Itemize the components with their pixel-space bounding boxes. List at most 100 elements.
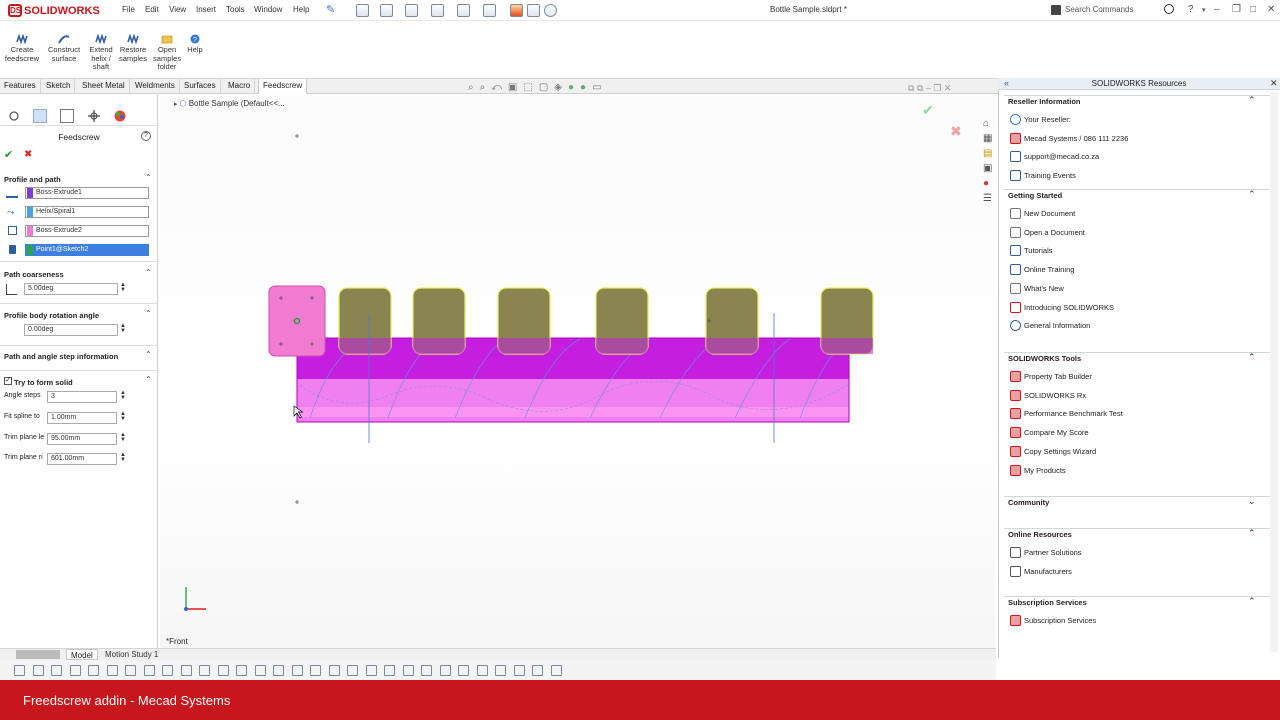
resource-link[interactable]: support@mecad.co.za (1024, 152, 1099, 161)
maximize-button[interactable]: □ (1250, 4, 1256, 15)
zoom-area-icon[interactable]: ⌕ (480, 82, 486, 93)
open-icon[interactable] (380, 4, 393, 17)
resource-link[interactable]: Property Tab Builder (1024, 372, 1092, 381)
selection-filter-icon[interactable] (236, 665, 247, 676)
minimize-button[interactable]: – (1214, 4, 1220, 15)
property-manager-tab-icon[interactable] (33, 109, 47, 123)
design-library-icon[interactable]: ▦ (983, 133, 996, 144)
section-path-angle-step[interactable]: Path and angle step information (4, 352, 118, 361)
resource-link[interactable]: Copy Settings Wizard (1024, 447, 1096, 456)
search-icon[interactable] (1164, 4, 1174, 14)
pin-icon[interactable]: ✎ (326, 3, 335, 16)
selection-filter-icon[interactable] (180, 665, 192, 676)
spinner-arrows-icon[interactable]: ▲ ▼ (120, 282, 126, 293)
tab-sketch[interactable]: Sketch (42, 79, 76, 94)
resource-link[interactable]: Subscription Services (1024, 616, 1096, 625)
selection-filter-icon[interactable] (199, 665, 210, 676)
close-button[interactable]: ✕ (1267, 4, 1275, 15)
resource-link[interactable]: Manufacturers (1024, 567, 1072, 576)
hide-show-icon[interactable]: ◈ (554, 82, 562, 93)
dimxpert-tab-icon[interactable] (87, 109, 101, 123)
search-commands[interactable]: Search Commands (1048, 3, 1178, 18)
pm-help-icon[interactable]: ? (141, 131, 151, 141)
edit-appearance-icon[interactable]: ● (568, 82, 574, 93)
selection-filter-icon[interactable] (513, 665, 525, 676)
feature-tree-tab-icon[interactable] (7, 109, 21, 123)
menu-window[interactable]: Window (254, 5, 282, 14)
resource-link[interactable]: Compare My Score (1024, 428, 1089, 437)
tab-sheet-metal[interactable]: Sheet Metal (78, 79, 130, 94)
selection-filter-icon[interactable] (162, 665, 173, 676)
tab-motion-study[interactable]: Motion Study 1 (101, 649, 162, 660)
construct-surface-button[interactable]: Construct surface (45, 34, 83, 63)
rotation-angle-input[interactable]: 0.00deg (24, 324, 118, 336)
fit-spline-input[interactable]: 1.00mm (47, 412, 117, 424)
selection-profile[interactable]: Boss-Extrude1 (25, 187, 149, 199)
search-input[interactable]: Search Commands (1065, 5, 1133, 14)
selection-filter-icon[interactable] (384, 665, 395, 676)
file-properties-icon[interactable] (527, 4, 540, 17)
zoom-fit-icon[interactable]: ⌕ (468, 82, 474, 93)
selection-filter-icon[interactable] (125, 665, 136, 676)
resource-group-header[interactable]: Reseller Information (1008, 97, 1081, 106)
help-question-icon[interactable]: ? (1188, 4, 1194, 15)
display-manager-tab-icon[interactable] (113, 109, 127, 123)
selection-filter-icon[interactable] (402, 665, 414, 676)
menu-view[interactable]: View (169, 5, 186, 14)
selection-filter-icon[interactable] (106, 665, 118, 676)
restore-button[interactable]: ❐ (1232, 4, 1241, 15)
rebuild-icon[interactable] (510, 4, 523, 17)
selection-filter-icon[interactable] (273, 665, 284, 676)
menu-help[interactable]: Help (293, 5, 309, 14)
collapse-chevron-icon[interactable]: ⌃ (145, 375, 152, 384)
selection-filter-icon[interactable] (310, 665, 321, 676)
spinner-arrows-icon[interactable]: ▲ ▼ (120, 323, 126, 334)
section-path-coarseness[interactable]: Path coarseness (4, 270, 64, 279)
restore-samples-button[interactable]: Restore samples (114, 34, 152, 63)
confirm-check-icon[interactable]: ✔ (922, 103, 934, 119)
confirm-cancel-icon[interactable]: ✖ (950, 124, 962, 140)
resource-link[interactable]: Online Training (1024, 265, 1074, 274)
resource-link[interactable]: SOLIDWORKS Rx (1024, 391, 1086, 400)
selection-filter-icon[interactable] (51, 665, 62, 676)
collapse-chevron-icon[interactable]: ⌃ (1248, 189, 1256, 200)
selection-filter-icon[interactable] (88, 665, 99, 676)
try-form-solid-checkbox[interactable]: ✓ (4, 377, 12, 385)
display-style-icon[interactable]: ▢ (539, 82, 548, 93)
file-explorer-icon[interactable]: ▤ (983, 148, 996, 159)
resource-link[interactable]: Performance Benchmark Test (1024, 409, 1123, 418)
view-orientation-icon[interactable]: ⬚ (523, 82, 532, 93)
tab-scroll-arrows[interactable] (16, 650, 60, 659)
resource-link[interactable]: Introducing SOLIDWORKS (1024, 303, 1114, 312)
selection-filter-icon[interactable] (254, 665, 266, 676)
selection-filter-icon[interactable] (421, 665, 432, 676)
collapse-chevron-icon[interactable]: ⌃ (145, 268, 152, 277)
angle-steps-input[interactable]: 3 (47, 391, 117, 403)
collapse-chevron-icon[interactable]: ⌃ (145, 350, 152, 359)
selection-filter-icon[interactable] (458, 665, 469, 676)
expand-chevron-icon[interactable]: ⌄ (1248, 496, 1256, 507)
model-viewport[interactable]: ✔ ✖ (160, 95, 996, 650)
configuration-tab-icon[interactable] (60, 109, 74, 123)
spinner-arrows-icon[interactable]: ▲ ▼ (120, 432, 126, 443)
view-palette-icon[interactable]: ▣ (983, 163, 996, 174)
breadcrumb[interactable]: ▸ ⬡ Bottle Sample (Default<<... (174, 99, 285, 108)
resource-link[interactable]: General Information (1024, 321, 1090, 330)
tab-feedscrew[interactable]: Feedscrew (258, 79, 308, 94)
appearances-icon[interactable]: ● (983, 178, 996, 189)
menu-edit[interactable]: Edit (145, 5, 159, 14)
collapse-chevron-icon[interactable]: ⌃ (1248, 95, 1256, 106)
resource-link[interactable]: Tutorials (1024, 246, 1052, 255)
resource-group-header[interactable]: Community (1008, 498, 1049, 507)
resource-group-header[interactable]: Subscription Services (1008, 598, 1087, 607)
resource-link[interactable]: Training Events (1024, 171, 1076, 180)
selection-filter-icon[interactable] (69, 665, 81, 676)
resource-link[interactable]: What's New (1024, 284, 1064, 293)
collapse-chevron-icon[interactable]: ⌃ (1248, 352, 1256, 363)
save-icon[interactable] (405, 4, 418, 17)
options-gear-icon[interactable] (544, 4, 557, 17)
create-feedscrew-button[interactable]: Create feedscrew (3, 34, 41, 63)
selection-filter-icon[interactable] (532, 665, 543, 676)
spinner-arrows-icon[interactable]: ▲ ▼ (120, 390, 126, 401)
selection-filter-icon[interactable] (14, 665, 25, 676)
